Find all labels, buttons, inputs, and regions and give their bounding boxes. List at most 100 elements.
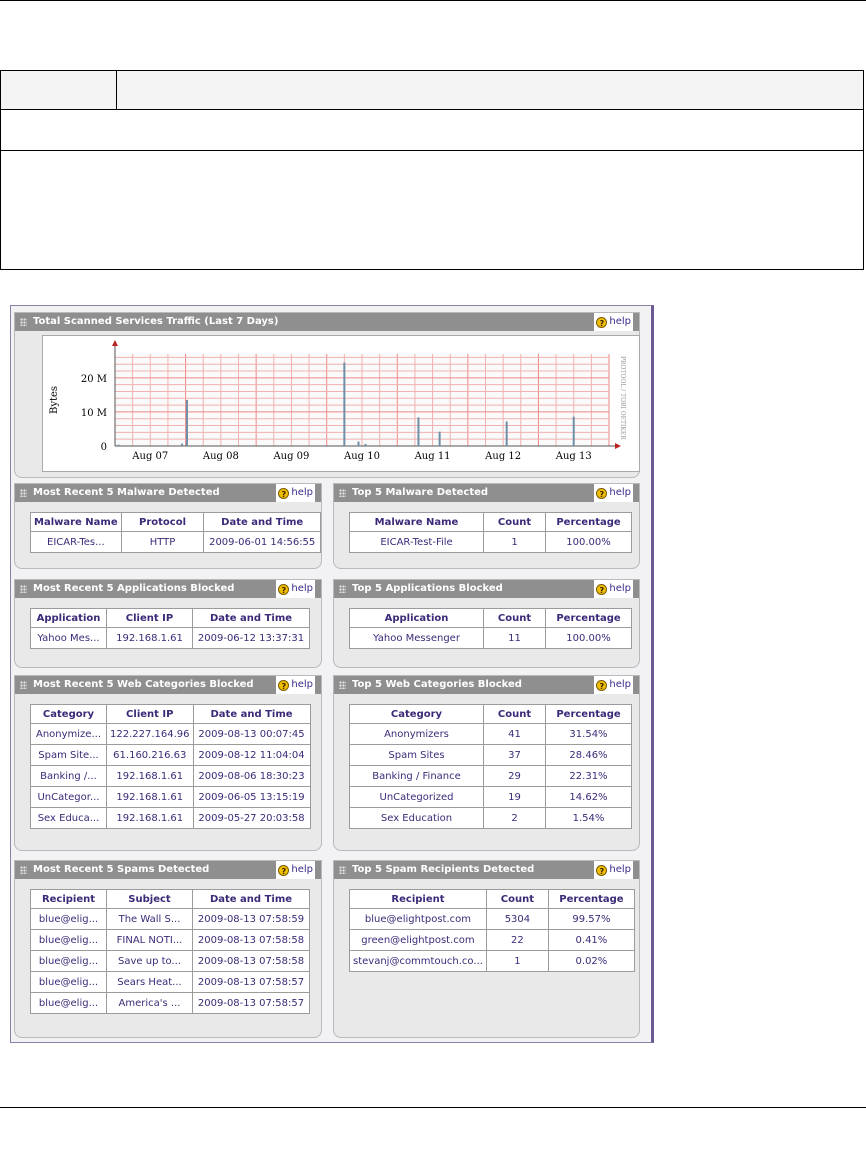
drag-grip-icon[interactable] bbox=[339, 866, 346, 874]
column-header[interactable]: Client IP bbox=[106, 608, 193, 628]
table-cell: 2009-08-13 07:58:58 bbox=[192, 950, 310, 972]
drag-grip-icon[interactable] bbox=[339, 585, 346, 593]
column-header[interactable]: Client IP bbox=[106, 704, 194, 724]
column-header[interactable]: Date and Time bbox=[192, 704, 311, 724]
column-header[interactable]: Application bbox=[349, 608, 484, 628]
help-icon: ? bbox=[278, 679, 290, 691]
recent-malware-panel: Most Recent 5 Malware Detected ? help Malwa… bbox=[14, 483, 322, 569]
table-cell[interactable]: UnCategorized bbox=[349, 786, 484, 808]
drag-grip-icon[interactable] bbox=[20, 681, 27, 689]
table-header-row: Category Client IP Date and Time bbox=[30, 704, 311, 724]
column-header[interactable]: Count bbox=[483, 512, 546, 532]
column-header[interactable]: Date and Time bbox=[192, 889, 310, 909]
table-cell[interactable]: stevanj@commtouch.co... bbox=[349, 950, 487, 972]
drag-grip-icon[interactable] bbox=[339, 489, 346, 497]
help-link[interactable]: ? help bbox=[594, 313, 633, 331]
column-header[interactable]: Percentage bbox=[547, 889, 635, 909]
column-header[interactable]: Count bbox=[485, 889, 549, 909]
table-cell: 2009-06-12 13:37:31 bbox=[192, 627, 310, 649]
table-cell[interactable]: Yahoo Mes... bbox=[30, 627, 107, 649]
table-cell: 99.57% bbox=[547, 908, 635, 930]
column-header[interactable]: Subject bbox=[106, 889, 193, 909]
table-row: UnCategorized 19 14.62% bbox=[349, 786, 632, 808]
table-cell[interactable]: Banking / Finance bbox=[349, 765, 484, 787]
table-cell: 1 bbox=[483, 531, 546, 553]
drag-grip-icon[interactable] bbox=[20, 318, 27, 326]
table-row: blue@elightpost.com 5304 99.57% bbox=[349, 908, 635, 930]
table-cell[interactable]: green@elightpost.com bbox=[349, 929, 487, 951]
table-cell[interactable]: blue@elig... bbox=[30, 908, 107, 930]
table-cell[interactable]: Spam Site... bbox=[30, 744, 107, 766]
chart-bar bbox=[117, 444, 120, 446]
table-cell: 14.62% bbox=[545, 786, 632, 808]
table-cell[interactable]: Banking /... bbox=[30, 765, 107, 787]
top-spam-panel: Top 5 Spam Recipients Detected ? help Recip… bbox=[333, 860, 640, 1038]
table-cell: 11 bbox=[483, 627, 546, 649]
column-header[interactable]: Category bbox=[30, 704, 107, 724]
table-row: Anonymize... 122.227.164.96 2009-08-13 00:… bbox=[30, 723, 311, 745]
table-cell[interactable]: EICAR-Test-File bbox=[349, 531, 484, 553]
table-cell[interactable]: blue@elig... bbox=[30, 971, 107, 993]
help-link[interactable]: ? help bbox=[276, 484, 315, 502]
table-row: blue@elig... FINAL NOTI... 2009-08-13 07:5… bbox=[30, 929, 310, 951]
column-header[interactable]: Percentage bbox=[545, 512, 632, 532]
panel-header: Most Recent 5 Spams Detected ? help bbox=[15, 861, 321, 879]
table-cell[interactable]: Sex Education bbox=[349, 807, 484, 829]
top-malware-table: Malware Name Count Percentage EICAR-Test-Fi… bbox=[349, 512, 632, 553]
column-header[interactable]: Count bbox=[483, 608, 546, 628]
drag-grip-icon[interactable] bbox=[20, 866, 27, 874]
help-link[interactable]: ? help bbox=[594, 676, 633, 694]
table-cell[interactable]: Yahoo Messenger bbox=[349, 627, 484, 649]
table-cell[interactable]: Anonymizers bbox=[349, 723, 484, 745]
column-header[interactable]: Percentage bbox=[545, 608, 632, 628]
table-cell[interactable]: blue@elig... bbox=[30, 992, 107, 1014]
y-tick-label: 10 M bbox=[81, 408, 107, 419]
doc-table-header-row bbox=[1, 71, 863, 110]
table-cell[interactable]: EICAR-Tes... bbox=[30, 531, 122, 553]
column-header[interactable]: Date and Time bbox=[192, 608, 310, 628]
column-header[interactable]: Malware Name bbox=[349, 512, 484, 532]
table-cell: 2009-08-13 07:58:57 bbox=[192, 971, 310, 993]
table-header-row: Recipient Subject Date and Time bbox=[30, 889, 310, 909]
x-tick-label: Aug 07 bbox=[131, 451, 168, 462]
column-header[interactable]: Date and Time bbox=[203, 512, 321, 532]
help-link[interactable]: ? help bbox=[276, 676, 315, 694]
drag-grip-icon[interactable] bbox=[339, 681, 346, 689]
table-cell: 22 bbox=[485, 929, 549, 951]
x-tick-label: Aug 09 bbox=[272, 451, 309, 462]
panel-title: Total Scanned Services Traffic (Last 7 D… bbox=[33, 316, 279, 327]
doc-table-header-cell-2 bbox=[117, 71, 863, 109]
panel-title: Most Recent 5 Spams Detected bbox=[33, 864, 210, 875]
drag-grip-icon[interactable] bbox=[20, 585, 27, 593]
column-header[interactable]: Count bbox=[483, 704, 546, 724]
table-cell[interactable]: blue@elig... bbox=[30, 950, 107, 972]
column-header[interactable]: Malware Name bbox=[30, 512, 122, 532]
table-cell: 2 bbox=[483, 807, 546, 829]
help-link[interactable]: ? help bbox=[276, 861, 315, 879]
table-row: blue@elig... The Wall S... 2009-08-13 07:5… bbox=[30, 908, 310, 930]
column-header[interactable]: Application bbox=[30, 608, 107, 628]
help-link[interactable]: ? help bbox=[594, 580, 633, 598]
table-cell[interactable]: blue@elig... bbox=[30, 929, 107, 951]
help-link[interactable]: ? help bbox=[594, 484, 633, 502]
x-tick-label: Aug 11 bbox=[414, 451, 451, 462]
panel-header: Top 5 Applications Blocked ? help bbox=[334, 580, 639, 598]
column-header[interactable]: Percentage bbox=[545, 704, 632, 724]
table-cell[interactable]: Anonymize... bbox=[30, 723, 107, 745]
table-cell[interactable]: blue@elightpost.com bbox=[349, 908, 487, 930]
y-axis-arrow bbox=[112, 340, 118, 346]
chart-bar bbox=[505, 421, 508, 446]
x-tick-label: Aug 10 bbox=[343, 451, 380, 462]
column-header[interactable]: Recipient bbox=[349, 889, 487, 909]
chart-bar bbox=[185, 400, 188, 446]
help-link[interactable]: ? help bbox=[276, 580, 315, 598]
table-cell[interactable]: Spam Sites bbox=[349, 744, 484, 766]
drag-grip-icon[interactable] bbox=[20, 489, 27, 497]
column-header[interactable]: Recipient bbox=[30, 889, 107, 909]
help-link[interactable]: ? help bbox=[594, 861, 633, 879]
table-cell[interactable]: UnCategor... bbox=[30, 786, 107, 808]
table-cell[interactable]: Sex Educa... bbox=[30, 807, 107, 829]
column-header[interactable]: Category bbox=[349, 704, 484, 724]
column-header[interactable]: Protocol bbox=[120, 512, 205, 532]
doc-table bbox=[0, 70, 864, 270]
